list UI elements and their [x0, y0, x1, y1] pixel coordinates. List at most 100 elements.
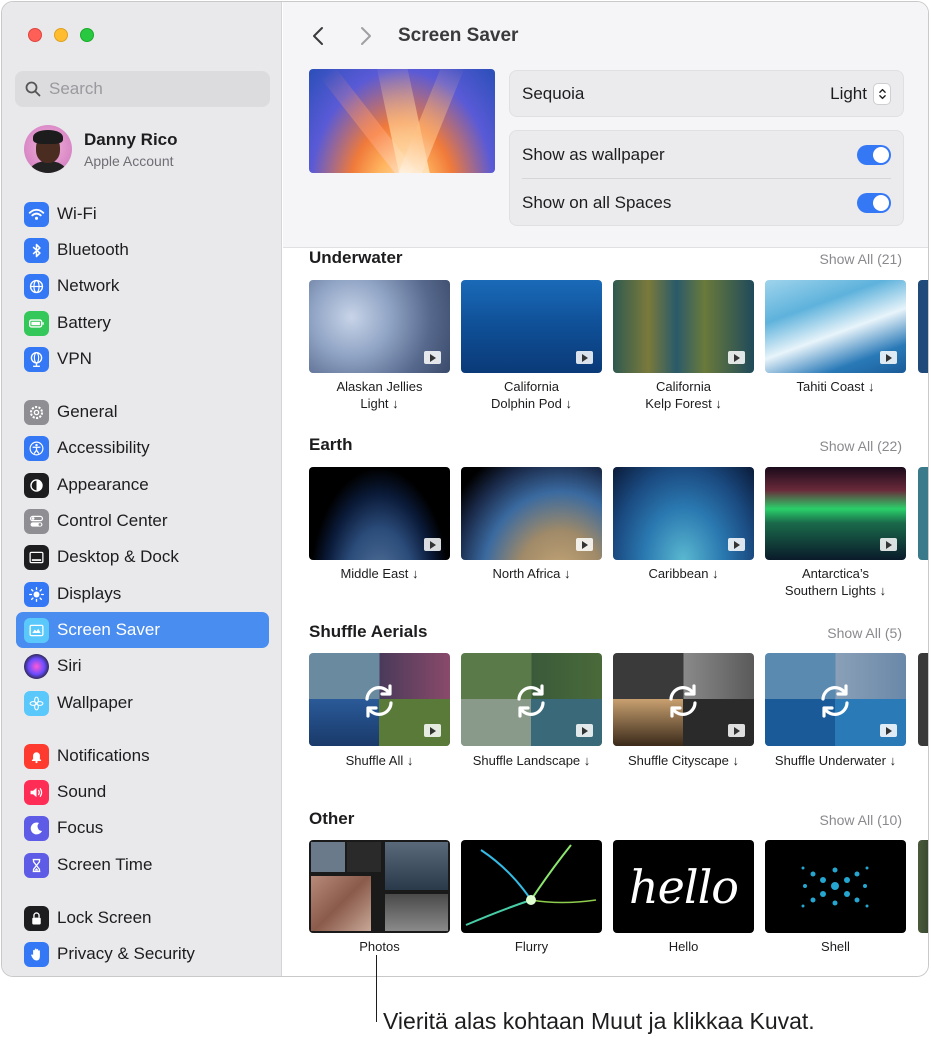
- thumbnail-photos[interactable]: [309, 840, 450, 933]
- section-title-shuffle-aerials: Shuffle Aerials: [309, 622, 428, 641]
- thumbnail-north-africa[interactable]: [461, 467, 602, 560]
- thumbnail-shuffle-underwater[interactable]: [765, 653, 906, 746]
- hand-icon: [24, 941, 49, 967]
- thumbnail-partial[interactable]: [918, 653, 928, 746]
- show-all-other-button[interactable]: Show All (10): [820, 812, 902, 828]
- wifi-icon: [24, 201, 49, 227]
- sidebar-item-focus[interactable]: Focus: [16, 810, 269, 846]
- caption-antarcticas-southern-lights: Antarctica’s Southern Lights ↓: [784, 566, 887, 598]
- sidebar-item-battery[interactable]: Battery: [16, 305, 269, 341]
- show-all-underwater-button[interactable]: Show All (21): [820, 251, 902, 267]
- video-icon: [880, 538, 897, 551]
- sidebar-item-label: Screen Saver: [57, 620, 160, 639]
- sidebar-item-bluetooth[interactable]: Bluetooth: [16, 232, 269, 268]
- current-screen-saver-preview: [309, 69, 495, 173]
- show-as-wallpaper-toggle[interactable]: [857, 144, 891, 165]
- sidebar-item-privacy-security[interactable]: Privacy & Security: [16, 936, 269, 972]
- show-on-all-spaces-label: Show on all Spaces: [522, 193, 672, 212]
- video-icon: [728, 724, 745, 737]
- screen-saver-icon: [24, 617, 49, 643]
- sidebar-item-desktop-dock[interactable]: Desktop & Dock: [16, 539, 269, 575]
- chevron-right-icon: [361, 27, 371, 45]
- caption-shuffle-cityscape: Shuffle Cityscape ↓: [627, 753, 740, 768]
- thumbnail-caribbean[interactable]: [613, 467, 754, 560]
- sidebar-item-control-center[interactable]: Control Center: [16, 503, 269, 539]
- sidebar-item-appearance[interactable]: Appearance: [16, 467, 269, 503]
- sidebar-item-label: Screen Time: [57, 855, 153, 874]
- sidebar-item-vpn[interactable]: VPN: [16, 341, 269, 377]
- sidebar-item-displays[interactable]: Displays: [16, 576, 269, 612]
- caption-california-kelp-forest: California Kelp Forest ↓: [645, 379, 722, 411]
- shuffle-icon: [669, 684, 697, 718]
- control-center-icon: [24, 508, 49, 534]
- sidebar-item-screen-saver[interactable]: Screen Saver: [16, 612, 269, 648]
- search-field[interactable]: [15, 71, 270, 107]
- sidebar-item-notifications[interactable]: Notifications: [16, 738, 269, 774]
- video-icon: [728, 538, 745, 551]
- thumbnail-flurry[interactable]: [461, 840, 602, 933]
- accessibility-icon: [24, 435, 49, 461]
- show-all-earth-button[interactable]: Show All (22): [820, 438, 902, 454]
- gear-icon: [24, 399, 49, 425]
- chevron-left-icon: [313, 27, 323, 45]
- account-name: Danny Rico: [84, 129, 178, 149]
- sidebar-item-sound[interactable]: Sound: [16, 774, 269, 810]
- thumbnail-shuffle-cityscape[interactable]: [613, 653, 754, 746]
- thumbnail-partial[interactable]: [918, 840, 928, 933]
- variant-popup[interactable]: Light: [830, 82, 891, 105]
- show-all-shuffle-aerials-button[interactable]: Show All (5): [827, 625, 902, 641]
- zoom-window-button[interactable]: [80, 28, 94, 42]
- thumbnail-california-kelp-forest[interactable]: [613, 280, 754, 373]
- thumbnail-shell[interactable]: [765, 840, 906, 933]
- page-title: Screen Saver: [398, 25, 519, 46]
- variant-value: Light: [830, 83, 867, 103]
- video-icon: [576, 538, 593, 551]
- section-title-other: Other: [309, 809, 355, 828]
- show-on-all-spaces-row: Show on all Spaces: [522, 179, 891, 227]
- options-card: Show as wallpaper Show on all Spaces: [509, 130, 904, 226]
- appearance-icon: [24, 472, 49, 498]
- caption-tahiti-coast: Tahiti Coast ↓: [796, 379, 875, 394]
- sidebar-item-network[interactable]: Network: [16, 268, 269, 304]
- sidebar-item-wifi[interactable]: Wi-Fi: [16, 196, 269, 232]
- apple-account-item[interactable]: Danny Rico Apple Account: [24, 124, 274, 174]
- sidebar: Danny Rico Apple Account Wi-Fi Bluetooth…: [2, 2, 282, 976]
- shuffle-icon: [821, 684, 849, 718]
- sidebar-item-siri[interactable]: Siri: [16, 648, 269, 684]
- thumbnail-partial[interactable]: [918, 467, 928, 560]
- video-icon: [424, 351, 441, 364]
- search-input[interactable]: [49, 79, 249, 99]
- sidebar-item-wallpaper[interactable]: Wallpaper: [16, 685, 269, 721]
- thumbnail-california-dolphin-pod[interactable]: [461, 280, 602, 373]
- back-button[interactable]: [307, 24, 331, 48]
- video-icon: [880, 351, 897, 364]
- shell-art: [801, 866, 869, 908]
- sidebar-item-accessibility[interactable]: Accessibility: [16, 430, 269, 466]
- callout-line: [376, 955, 377, 1022]
- thumbnail-tahiti-coast[interactable]: [765, 280, 906, 373]
- thumbnail-hello[interactable]: hello: [613, 840, 754, 933]
- thumbnail-antarcticas-southern-lights[interactable]: [765, 467, 906, 560]
- vpn-icon: [24, 346, 49, 372]
- sidebar-item-label: Privacy & Security: [57, 944, 195, 963]
- thumbnail-partial[interactable]: [918, 280, 928, 373]
- thumbnail-shuffle-all[interactable]: [309, 653, 450, 746]
- thumbnail-shuffle-landscape[interactable]: [461, 653, 602, 746]
- sidebar-item-label: Battery: [57, 313, 111, 332]
- sidebar-item-screen-time[interactable]: Screen Time: [16, 847, 269, 883]
- close-window-button[interactable]: [28, 28, 42, 42]
- hourglass-icon: [24, 852, 49, 878]
- show-on-all-spaces-toggle[interactable]: [857, 193, 891, 213]
- thumbnail-alaskan-jellies[interactable]: [309, 280, 450, 373]
- moon-icon: [24, 815, 49, 841]
- sidebar-item-lock-screen[interactable]: Lock Screen: [16, 900, 269, 936]
- sidebar-item-general[interactable]: General: [16, 394, 269, 430]
- minimize-window-button[interactable]: [54, 28, 68, 42]
- sidebar-item-label: Lock Screen: [57, 908, 152, 927]
- forward-button[interactable]: [353, 24, 377, 48]
- caption-shell: Shell: [821, 939, 850, 954]
- system-settings-window: Danny Rico Apple Account Wi-Fi Bluetooth…: [1, 1, 929, 977]
- thumbnail-middle-east[interactable]: [309, 467, 450, 560]
- video-icon: [576, 351, 593, 364]
- globe-icon: [24, 273, 49, 299]
